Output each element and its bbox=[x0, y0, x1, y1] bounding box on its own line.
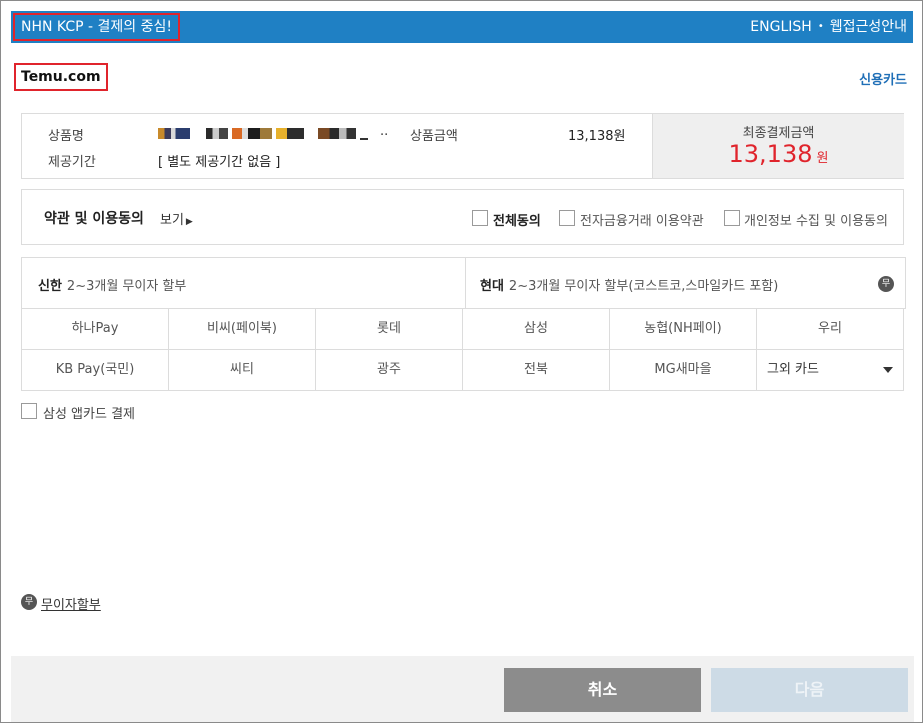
no-interest-link[interactable]: 무이자할부 bbox=[41, 594, 101, 613]
card-hana[interactable]: 하나Pay bbox=[22, 309, 169, 350]
promo-shinhan-card: 신한 bbox=[38, 279, 62, 294]
final-amount-unit: 원 bbox=[816, 151, 829, 166]
redacted-block bbox=[158, 128, 190, 139]
card-mg[interactable]: MG새마을 bbox=[610, 350, 757, 391]
card-bc[interactable]: 비씨(페이북) bbox=[169, 309, 316, 350]
redacted-block bbox=[206, 128, 228, 139]
separator-dot-icon: • bbox=[817, 21, 824, 32]
promo-divider bbox=[465, 258, 466, 309]
privacy-consent-checkbox[interactable] bbox=[724, 210, 740, 226]
final-amount-value: 13,138 bbox=[728, 140, 813, 168]
promo-shinhan-text: 2~3개월 무이자 할부 bbox=[66, 279, 187, 294]
english-link[interactable]: ENGLISH bbox=[750, 19, 812, 35]
efinance-terms-label: 전자금융거래 이용약관 bbox=[580, 214, 704, 229]
redacted-block bbox=[360, 138, 368, 140]
chevron-down-icon bbox=[883, 367, 893, 373]
card-row: 하나Pay 비씨(페이북) 롯데 삼성 농협(NH페이) 우리 bbox=[22, 309, 905, 350]
promo-hyundai-text: 2~3개월 무이자 할부(코스트코,스마일카드 포함) bbox=[508, 279, 779, 294]
efinance-terms-checkbox[interactable] bbox=[559, 210, 575, 226]
terms-section: 약관 및 이용동의 보기 ▶ 전체동의 전자금융거래 이용약관 개인정보 수집 및… bbox=[21, 189, 904, 245]
triangle-right-icon: ▶ bbox=[185, 217, 193, 227]
card-nh[interactable]: 농협(NH페이) bbox=[610, 309, 757, 350]
card-lotte[interactable]: 롯데 bbox=[316, 309, 463, 350]
order-details: 상품명 .. 제공기간 [ 별도 제공기간 없음 ] 상품금액 13,138원 bbox=[22, 114, 652, 178]
terms-view-label: 보기 bbox=[160, 213, 184, 228]
samsung-app-card-checkbox[interactable] bbox=[21, 403, 37, 419]
payment-window: NHN KCP - 결제의 중심! ENGLISH • 웹접근성안내 Temu.co… bbox=[0, 0, 923, 723]
samsung-app-card-label: 삼성 앱카드 결제 bbox=[43, 407, 135, 422]
card-samsung[interactable]: 삼성 bbox=[463, 309, 610, 350]
promo-hyundai: 현대 2~3개월 무이자 할부(코스트코,스마일카드 포함) bbox=[480, 275, 778, 294]
redacted-block bbox=[318, 128, 356, 139]
other-card-label: 그외 카드 bbox=[767, 362, 819, 377]
period-value: [ 별도 제공기간 없음 ] bbox=[158, 155, 281, 170]
final-amount: 13,138 원 bbox=[653, 140, 904, 168]
brand-title: NHN KCP - 결제의 중심! bbox=[13, 13, 180, 41]
redacted-block bbox=[276, 128, 304, 139]
card-jeonbuk[interactable]: 전북 bbox=[463, 350, 610, 391]
product-name-label: 상품명 bbox=[48, 129, 84, 144]
promo-hyundai-card: 현대 bbox=[480, 279, 504, 294]
product-name-ellipsis: .. bbox=[380, 124, 389, 139]
final-amount-box: 최종결제금액 13,138 원 bbox=[652, 114, 904, 178]
card-gwangju[interactable]: 광주 bbox=[316, 350, 463, 391]
terms-title: 약관 및 이용동의 bbox=[44, 211, 144, 227]
final-amount-label: 최종결제금액 bbox=[742, 126, 815, 141]
footer-bar: 취소 다음 bbox=[11, 656, 914, 722]
top-links: ENGLISH • 웹접근성안내 bbox=[750, 11, 907, 43]
no-interest-icon: 무 bbox=[21, 594, 37, 610]
card-row: KB Pay(국민) 씨티 광주 전북 MG새마을 그외 카드 bbox=[22, 350, 905, 391]
other-card-select[interactable]: 그외 카드 bbox=[757, 350, 904, 391]
cancel-button[interactable]: 취소 bbox=[504, 668, 701, 712]
card-woori[interactable]: 우리 bbox=[757, 309, 904, 350]
product-name-redacted: .. bbox=[158, 124, 390, 142]
next-button[interactable]: 다음 bbox=[711, 668, 908, 712]
price-value: 13,138원 bbox=[568, 129, 626, 144]
privacy-consent-label: 개인정보 수집 및 이용동의 bbox=[744, 214, 888, 229]
top-bar: NHN KCP - 결제의 중심! ENGLISH • 웹접근성안내 bbox=[11, 11, 913, 43]
period-label: 제공기간 bbox=[48, 155, 96, 170]
order-summary: 상품명 .. 제공기간 [ 별도 제공기간 없음 ] 상품금액 13,138원 … bbox=[21, 113, 904, 179]
agree-all-checkbox[interactable] bbox=[472, 210, 488, 226]
payment-method-label: 신용카드 bbox=[859, 73, 907, 88]
card-promotions: 신한 2~3개월 무이자 할부 현대 2~3개월 무이자 할부(코스트코,스마일카드… bbox=[21, 257, 906, 309]
card-grid: 하나Pay 비씨(페이북) 롯데 삼성 농협(NH페이) 우리 KB Pay(국… bbox=[21, 308, 905, 391]
merchant-name: Temu.com bbox=[14, 63, 108, 91]
promo-shinhan: 신한 2~3개월 무이자 할부 bbox=[38, 275, 186, 294]
accessibility-link[interactable]: 웹접근성안내 bbox=[830, 19, 907, 35]
agree-all-label: 전체동의 bbox=[493, 214, 541, 229]
price-label: 상품금액 bbox=[410, 129, 458, 144]
card-kb[interactable]: KB Pay(국민) bbox=[22, 350, 169, 391]
terms-view-link[interactable]: 보기 ▶ bbox=[160, 209, 193, 228]
redacted-block bbox=[232, 128, 272, 139]
no-interest-badge-icon: 무 bbox=[878, 276, 894, 292]
card-citi[interactable]: 씨티 bbox=[169, 350, 316, 391]
